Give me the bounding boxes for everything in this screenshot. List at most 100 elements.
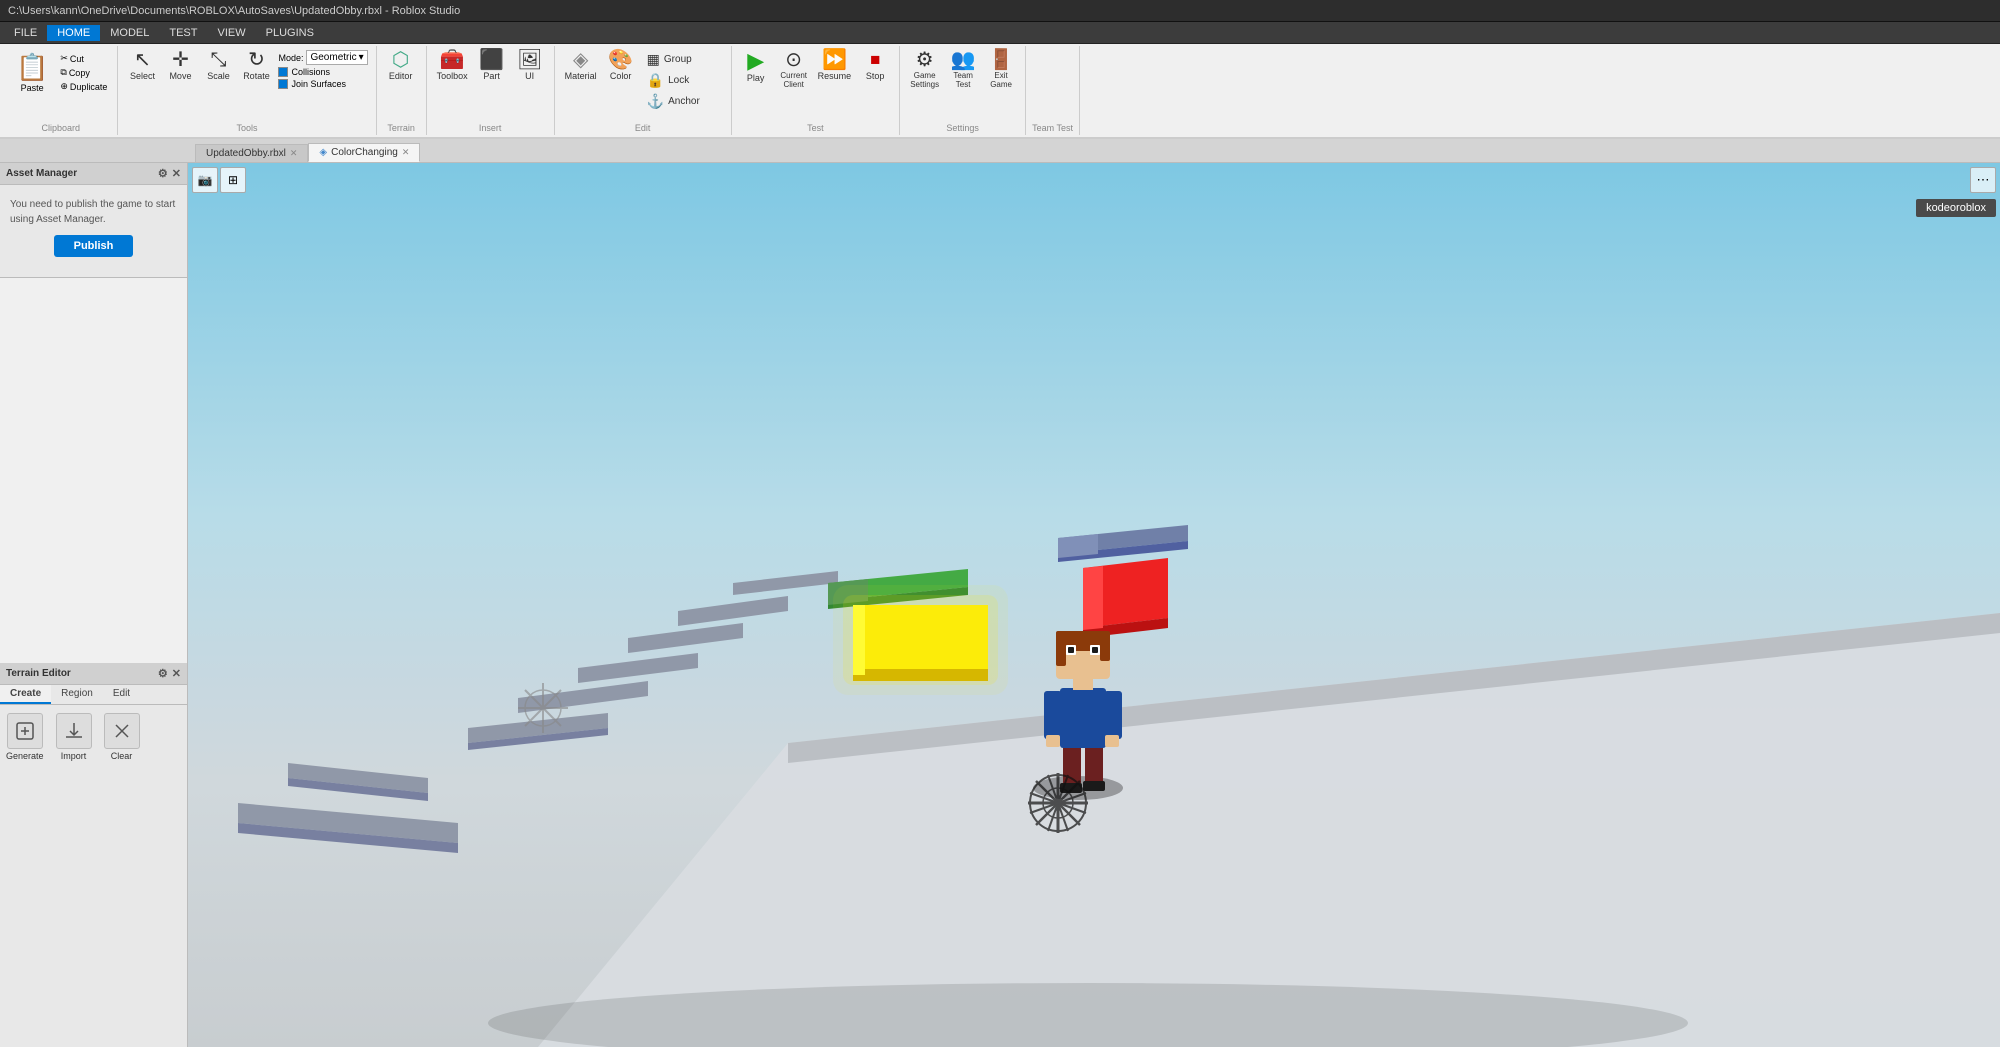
group-icon: ▦ — [647, 52, 660, 66]
join-surfaces-checkbox[interactable]: Join Surfaces — [278, 79, 367, 89]
stop-button[interactable]: ⏹ Stop — [857, 48, 893, 83]
publish-button[interactable]: Publish — [54, 235, 134, 257]
collisions-check-icon — [278, 67, 288, 77]
asset-manager: Asset Manager ⚙ ✕ You need to publish th… — [0, 163, 187, 278]
insert-group: 🧰 Toolbox ⬛ Part 🖼 UI Insert — [427, 46, 555, 135]
asset-manager-header: Asset Manager ⚙ ✕ — [0, 163, 187, 185]
exit-game-button[interactable]: 🚪 ExitGame — [983, 48, 1019, 91]
menu-home[interactable]: HOME — [47, 25, 100, 41]
username-label: kodeoroblox — [1926, 202, 1986, 214]
mode-selector-row: Mode: Geometric ▾ — [278, 50, 367, 65]
terrain-editor-close-icon[interactable]: ✕ — [172, 667, 181, 680]
stop-icon: ⏹ — [870, 50, 880, 70]
terrain-icon: ⬡ — [392, 50, 409, 70]
paste-button[interactable]: 📋 Paste — [10, 48, 54, 97]
part-button[interactable]: ⬛ Part — [474, 48, 510, 83]
menu-test[interactable]: TEST — [159, 25, 207, 41]
terrain-tab-create[interactable]: Create — [0, 685, 51, 704]
team-test-group: Team Test — [1026, 46, 1080, 135]
toolbox-button[interactable]: 🧰 Toolbox — [433, 48, 472, 83]
menu-plugins[interactable]: PLUGINS — [256, 25, 324, 41]
clear-icon — [104, 713, 140, 749]
editor-button[interactable]: ⬡ Editor — [383, 48, 419, 83]
asset-manager-icons: ⚙ ✕ — [158, 167, 181, 180]
duplicate-button[interactable]: ⊕ Duplicate — [56, 80, 111, 93]
generate-icon — [7, 713, 43, 749]
rotate-button[interactable]: ↻ Rotate — [238, 48, 274, 83]
edit-options: ▦ Group 🔒 Lock ⚓ Anchor — [641, 48, 725, 113]
camera-button[interactable]: 📷 — [192, 167, 218, 193]
scale-button[interactable]: ⤡ Scale — [200, 48, 236, 83]
collisions-checkbox[interactable]: Collisions — [278, 67, 367, 77]
clear-tool[interactable]: Clear — [104, 713, 140, 761]
tools-options: Mode: Geometric ▾ Collisions Join Surfac… — [276, 48, 369, 91]
terrain-label: Terrain — [383, 121, 420, 133]
grid-button[interactable]: ⊞ — [220, 167, 246, 193]
select-button[interactable]: ↖ Select — [124, 48, 160, 83]
asset-manager-close-icon[interactable]: ✕ — [172, 167, 181, 180]
menu-view[interactable]: VIEW — [207, 25, 255, 41]
paste-icon: 📋 — [16, 52, 48, 83]
mode-dropdown[interactable]: Geometric ▾ — [306, 50, 367, 65]
anchor-button[interactable]: ⚓ Anchor — [643, 92, 723, 111]
rotate-icon: ↻ — [248, 50, 265, 70]
anchor-icon: ⚓ — [647, 94, 664, 108]
color-icon: 🎨 — [608, 50, 633, 70]
menu-file[interactable]: FILE — [4, 25, 47, 41]
cut-icon: ✂ — [60, 53, 68, 64]
ui-icon: 🖼 — [517, 50, 542, 70]
clipboard-section: 📋 Paste ✂ Cut ⧉ Copy ⊕ — [10, 48, 111, 97]
group-button[interactable]: ▦ Group — [643, 50, 723, 69]
cut-button[interactable]: ✂ Cut — [56, 52, 111, 65]
copy-button[interactable]: ⧉ Copy — [56, 66, 111, 79]
ui-button[interactable]: 🖼 UI — [512, 48, 548, 83]
tab-updated-obby[interactable]: UpdatedObby.rbxl ✕ — [195, 144, 308, 162]
tab-color-changing[interactable]: ◈ ColorChanging ✕ — [308, 143, 420, 162]
viewport-toolbar: 📷 ⊞ — [192, 167, 246, 193]
viewport[interactable]: 📷 ⊞ ⋯ kodeoroblox — [188, 163, 2000, 1047]
clear-label: Clear — [111, 751, 133, 761]
lock-button[interactable]: 🔒 Lock — [643, 71, 723, 90]
asset-manager-title: Asset Manager — [6, 168, 77, 179]
material-button[interactable]: ◈ Material — [561, 48, 601, 83]
material-icon: ◈ — [573, 50, 588, 70]
resume-icon: ⏩ — [822, 50, 847, 70]
scene-svg — [188, 163, 2000, 1047]
settings-group: ⚙ GameSettings 👥 TeamTest 🚪 ExitGame Set… — [900, 46, 1026, 135]
asset-manager-content: You need to publish the game to start us… — [0, 185, 187, 277]
left-panel: Asset Manager ⚙ ✕ You need to publish th… — [0, 163, 188, 1047]
generate-label: Generate — [6, 751, 44, 761]
terrain-editor-icons: ⚙ ✕ — [158, 667, 181, 680]
test-label: Test — [738, 121, 894, 133]
tab-color-changing-close[interactable]: ✕ — [402, 147, 410, 158]
terrain-tab-edit[interactable]: Edit — [103, 685, 140, 704]
mode-chevron-icon: ▾ — [359, 52, 364, 63]
generate-tool[interactable]: Generate — [6, 713, 44, 761]
team-test-button[interactable]: 👥 TeamTest — [945, 48, 981, 91]
menu-model[interactable]: MODEL — [100, 25, 159, 41]
asset-manager-settings-icon[interactable]: ⚙ — [158, 167, 168, 180]
clipboard-right: ✂ Cut ⧉ Copy ⊕ Duplicate — [56, 52, 111, 93]
current-client-button[interactable]: ⊙ CurrentClient — [776, 48, 812, 91]
edit-items: ◈ Material 🎨 Color ▦ Group 🔒 Lock — [561, 48, 725, 121]
edit-label: Edit — [561, 121, 725, 133]
terrain-tools: Generate Import — [0, 705, 187, 769]
terrain-editor-settings-icon[interactable]: ⚙ — [158, 667, 168, 680]
import-tool[interactable]: Import — [56, 713, 92, 761]
tab-color-changing-label: ColorChanging — [331, 147, 398, 158]
tab-color-icon: ◈ — [319, 147, 327, 158]
play-button[interactable]: ▶ Play — [738, 48, 774, 85]
color-button[interactable]: 🎨 Color — [603, 48, 639, 83]
move-button[interactable]: ✛ Move — [162, 48, 198, 83]
titlebar: C:\Users\kann\OneDrive\Documents\ROBLOX\… — [0, 0, 2000, 22]
viewport-settings-button[interactable]: ⋯ — [1970, 167, 1996, 193]
main-area: Asset Manager ⚙ ✕ You need to publish th… — [0, 163, 2000, 1047]
terrain-tab-region[interactable]: Region — [51, 685, 103, 704]
resume-button[interactable]: ⏩ Resume — [814, 48, 856, 83]
settings-items: ⚙ GameSettings 👥 TeamTest 🚪 ExitGame — [906, 48, 1019, 121]
game-settings-button[interactable]: ⚙ GameSettings — [906, 48, 943, 91]
clipboard-label: Clipboard — [10, 121, 111, 133]
tools-label: Tools — [124, 121, 369, 133]
terrain-group: ⬡ Editor Terrain — [377, 46, 427, 135]
tab-updated-obby-close[interactable]: ✕ — [290, 148, 298, 159]
